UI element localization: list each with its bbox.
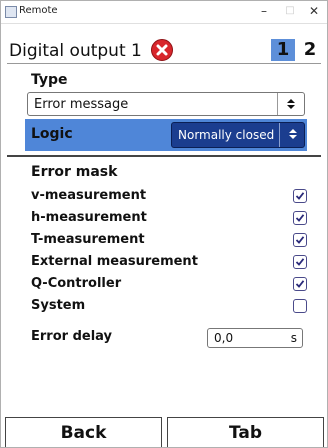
error-delay-value: 0,0 [214, 331, 234, 345]
updown-arrows-icon [279, 123, 304, 147]
error-delay-unit: s [290, 331, 297, 345]
checkbox-h-measurement[interactable] [293, 211, 307, 225]
mask-item-label: v-measurement [31, 188, 147, 203]
divider [7, 63, 321, 64]
logic-select[interactable]: Normally closed [171, 122, 305, 148]
checkbox-system[interactable] [293, 299, 307, 313]
mask-row-v-measurement: v-measurement [31, 187, 307, 207]
checkbox-t-measurement[interactable] [293, 233, 307, 247]
type-label: Type [31, 72, 68, 88]
back-button[interactable]: Back [5, 417, 162, 447]
updown-arrows-icon [277, 93, 304, 115]
title-bar: Remote – □ ✕ [1, 1, 327, 24]
error-x-icon [151, 39, 173, 61]
mask-row-external-measurement: External measurement [31, 253, 307, 273]
logic-label: Logic [31, 126, 73, 142]
mask-item-label: External measurement [31, 254, 198, 269]
mask-item-label: h-measurement [31, 210, 147, 225]
error-delay-label: Error delay [31, 329, 112, 344]
error-delay-input[interactable]: 0,0 s [207, 328, 303, 348]
close-button[interactable]: ✕ [303, 3, 325, 19]
mask-row-h-measurement: h-measurement [31, 209, 307, 229]
app-icon [5, 6, 17, 18]
checkbox-q-controller[interactable] [293, 277, 307, 291]
mask-item-label: T-measurement [31, 232, 145, 247]
logic-value: Normally closed [178, 128, 275, 142]
checkbox-v-measurement[interactable] [293, 189, 307, 203]
type-select[interactable]: Error message [27, 92, 305, 116]
error-mask-label: Error mask [31, 164, 118, 180]
page-title: Digital output 1 [9, 41, 142, 61]
mask-item-label: System [31, 298, 86, 313]
bottom-bar: Back Tab [5, 417, 325, 447]
minimize-button[interactable]: – [253, 3, 275, 19]
page-indicator-2[interactable]: 2 [299, 39, 321, 61]
tab-button[interactable]: Tab [167, 417, 324, 447]
window-title: Remote [19, 5, 58, 16]
logic-row: Logic Normally closed [25, 119, 307, 151]
divider [7, 155, 321, 157]
mask-row-t-measurement: T-measurement [31, 231, 307, 251]
checkbox-external-measurement[interactable] [293, 255, 307, 269]
page-indicator-1[interactable]: 1 [271, 39, 295, 61]
app-window: Remote – □ ✕ Digital output 1 1 2 Type E… [0, 0, 328, 448]
mask-item-label: Q-Controller [31, 276, 122, 291]
mask-row-q-controller: Q-Controller [31, 275, 307, 295]
maximize-button[interactable]: □ [279, 3, 301, 19]
mask-row-system: System [31, 297, 307, 317]
type-value: Error message [34, 97, 129, 112]
